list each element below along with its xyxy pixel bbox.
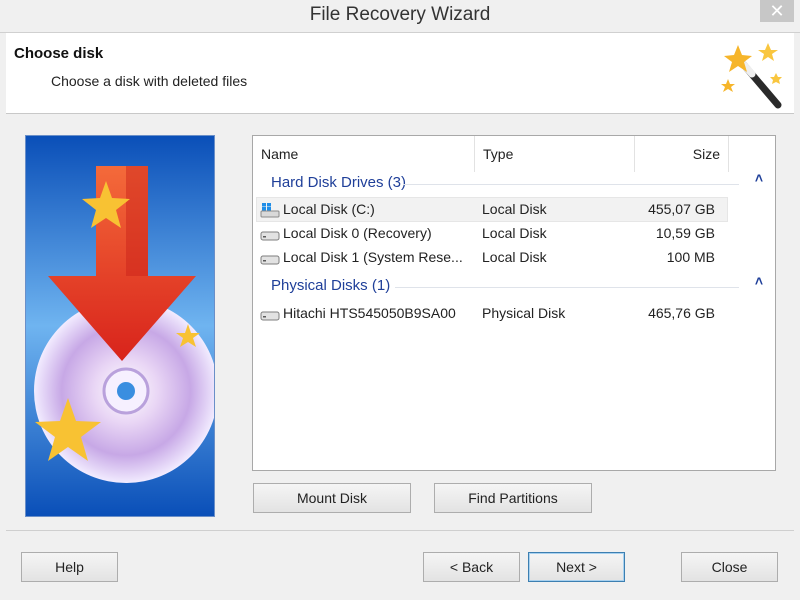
disk-name: Local Disk 1 (System Rese... [283,249,463,265]
group-divider [395,287,739,288]
collapse-chevron-icon[interactable]: ˄ [755,273,763,289]
disk-type: Local Disk [482,225,547,241]
hard-drive-icon [260,255,280,265]
help-button[interactable]: Help [21,552,118,582]
title-bar: File Recovery Wizard ✕ [0,0,800,33]
group-header-hard-disk-drives[interactable]: Hard Disk Drives (3) ˄ [253,170,775,196]
windows-disk-icon [260,203,280,218]
column-header-size[interactable]: Size [635,136,729,172]
group-divider [403,184,739,185]
close-icon: ✕ [769,0,785,21]
back-button[interactable]: < Back [423,552,520,582]
disk-size: 100 MB [666,249,715,265]
step-title: Choose disk [14,45,104,62]
footer-divider [6,530,794,531]
hard-drive-icon [260,311,280,321]
column-size-label: Size [692,146,720,162]
column-type-label: Type [483,146,514,162]
wizard-illustration [25,135,215,517]
disk-type: Local Disk [482,201,547,217]
column-name-label: Name [261,146,299,162]
close-button[interactable]: Close [681,552,778,582]
step-subtitle: Choose a disk with deleted files [51,73,248,89]
group-label: Physical Disks (1) [271,277,391,294]
list-item[interactable]: Local Disk 0 (Recovery) Local Disk 10,59… [257,222,727,245]
find-partitions-button[interactable]: Find Partitions [434,483,592,513]
disk-name: Hitachi HTS545050B9SA00 [283,305,456,321]
disk-type: Local Disk [482,249,547,265]
magic-wand-icon [721,43,782,109]
list-header: Name Type Size [253,136,775,172]
disk-type: Physical Disk [482,305,566,321]
collapse-chevron-icon[interactable]: ˄ [755,170,763,186]
group-header-physical-disks[interactable]: Physical Disks (1) ˄ [253,273,775,299]
list-item[interactable]: Local Disk (C:) Local Disk 455,07 GB [256,197,728,222]
disk-size: 10,59 GB [655,225,715,241]
group-label: Hard Disk Drives (3) [271,174,407,191]
list-item[interactable]: Hitachi HTS545050B9SA00 Physical Disk 46… [257,302,727,325]
disk-size: 455,07 GB [648,201,715,217]
disk-recovery-illustration [26,136,214,516]
disk-name: Local Disk (C:) [283,201,375,217]
window-close-button[interactable]: ✕ [760,0,794,22]
list-item[interactable]: Local Disk 1 (System Rese... Local Disk … [257,246,727,269]
hard-drive-icon [260,231,280,241]
next-button[interactable]: Next > [528,552,625,582]
disk-list[interactable]: Name Type Size Hard Disk Drives (3) ˄ Lo… [252,135,776,471]
wizard-header: Choose disk Choose a disk with deleted f… [6,33,794,114]
disk-name: Local Disk 0 (Recovery) [283,225,432,241]
mount-disk-button[interactable]: Mount Disk [253,483,411,513]
column-header-name[interactable]: Name [253,136,475,172]
window-title: File Recovery Wizard [309,4,491,25]
disk-size: 465,76 GB [648,305,715,321]
column-header-type[interactable]: Type [475,136,635,172]
